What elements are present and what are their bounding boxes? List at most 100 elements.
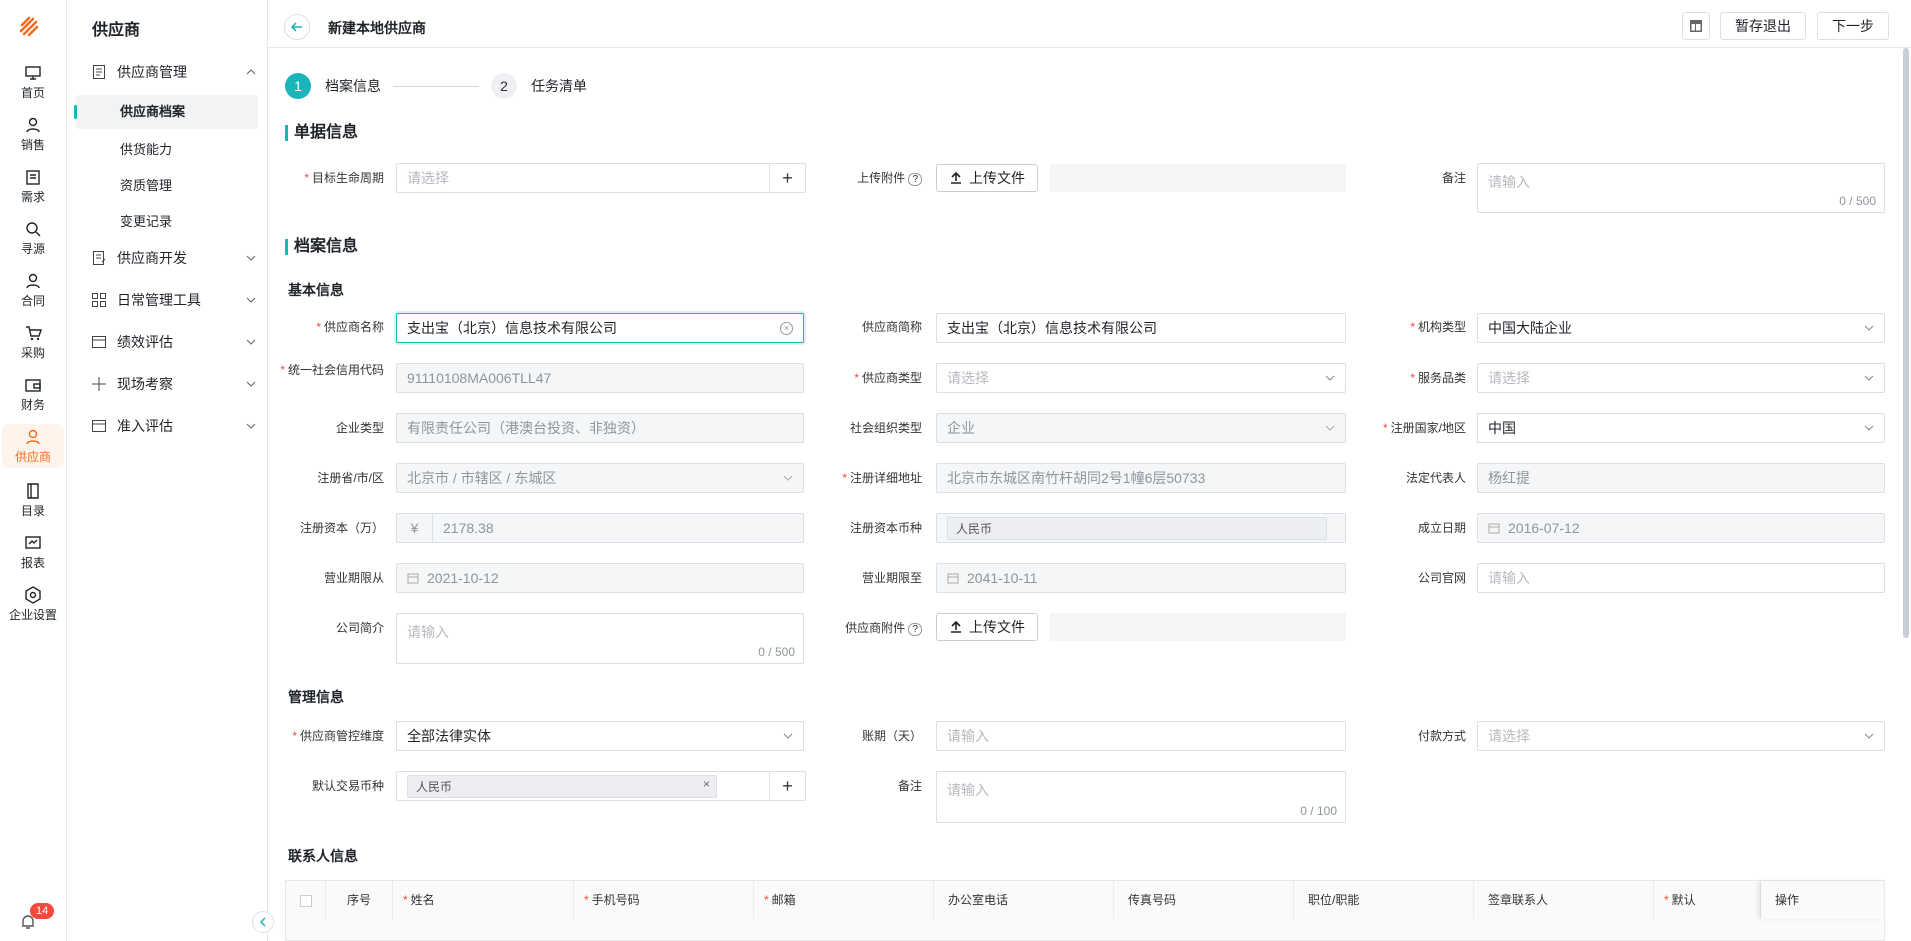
biz-from-date-picker[interactable]: 2021-10-12 [396, 563, 804, 593]
layout-button[interactable] [1682, 12, 1710, 40]
placeholder: 请输入 [407, 624, 449, 640]
chevron-up-icon [246, 69, 256, 75]
chevron-down-icon [246, 297, 256, 303]
app-logo-icon[interactable] [14, 12, 44, 42]
date-value: 2041-10-11 [967, 570, 1038, 586]
nav-item-supplier-archive[interactable]: 供应商档案 [74, 95, 258, 129]
payment-period-input[interactable]: 请输入 [936, 721, 1346, 751]
help-icon[interactable]: ? [908, 623, 922, 636]
enterprise-type-input[interactable]: 有限责任公司（港澳台投资、非独资） [396, 413, 804, 443]
upload-icon [951, 171, 961, 184]
supplier-type-select[interactable]: 请选择 [936, 363, 1346, 393]
default-currency-select[interactable]: 人民币 × + [396, 771, 806, 801]
nav-group-label: 供应商开发 [117, 250, 187, 266]
field-label: 成立日期 [1417, 521, 1466, 535]
rail-item-label: 采购 [20, 346, 45, 360]
vertical-scrollbar[interactable] [1903, 48, 1909, 638]
nav-group-daily-tools[interactable]: 日常管理工具 [91, 288, 256, 312]
supplier-short-input[interactable]: 支出宝（北京）信息技术有限公司 [936, 313, 1346, 343]
credit-code-input[interactable]: 91110108MA006TLL47 [396, 363, 804, 393]
rail-item-9[interactable]: 报表 [2, 530, 64, 574]
reg-capital-input[interactable]: ¥ 2178.38 [396, 513, 804, 543]
clipboard-icon [26, 170, 40, 185]
add-lifecycle-button[interactable]: + [769, 164, 805, 192]
save-exit-button[interactable]: 暂存退出 [1720, 12, 1806, 40]
reg-country-select[interactable]: 中国 [1477, 413, 1885, 443]
upload-supplier-attachment-button[interactable]: 上传文件 [936, 613, 1038, 641]
field-label: * 服务品类 [1410, 371, 1466, 385]
select-all-checkbox[interactable] [286, 881, 326, 919]
field-label: * 注册国家/地区 [1382, 421, 1466, 435]
rail-item-2[interactable]: 需求 [2, 164, 64, 208]
add-currency-button[interactable]: + [769, 772, 805, 800]
biz-to-date-picker[interactable]: 2041-10-11 [936, 563, 1346, 593]
nav-group-performance[interactable]: 绩效评估 [91, 330, 256, 354]
plus-icon [92, 377, 106, 391]
legal-rep-input[interactable]: 杨红提 [1477, 463, 1885, 493]
input-value: 支出宝（北京）信息技术有限公司 [947, 320, 1157, 336]
rail-item-6[interactable]: 财务 [2, 372, 64, 416]
step-number: 2 [491, 73, 517, 99]
column-header: 签章联系人 [1474, 881, 1654, 919]
field-label: 营业期限至 [861, 571, 922, 585]
nav-group-supplier-dev[interactable]: 供应商开发 [91, 246, 256, 270]
upload-dropzone[interactable] [1050, 164, 1346, 192]
select-value: 北京市 / 市辖区 / 东城区 [407, 470, 557, 486]
section-title-archive: 档案信息 [285, 239, 358, 255]
clear-icon[interactable]: × [780, 322, 793, 335]
nav-group-site-visit[interactable]: 现场考察 [91, 372, 256, 396]
upload-attachment-button[interactable]: 上传文件 [936, 164, 1038, 192]
rail-item-4[interactable]: 合同 [2, 268, 64, 312]
field-label: 公司官网 [1417, 571, 1466, 585]
subsection-contacts: 联系人信息 [288, 848, 358, 864]
reg-address-input[interactable]: 北京市东城区南竹杆胡同2号1幢6层50733 [936, 463, 1346, 493]
supplier-name-input[interactable]: 支出宝（北京）信息技术有限公司 × [396, 313, 804, 343]
lifecycle-select[interactable]: 请选择 + [396, 163, 806, 193]
rail-item-1[interactable]: 销售 [2, 112, 64, 156]
subnav-title: 供应商 [92, 22, 141, 39]
nav-group-admission[interactable]: 准入评估 [91, 414, 256, 438]
nav-item-change-record[interactable]: 变更记录 [120, 211, 172, 230]
close-icon[interactable]: × [703, 777, 710, 791]
field-label: 上传附件 ? [812, 171, 922, 187]
field-label: 备注 [1441, 171, 1466, 185]
rail-item-0[interactable]: 首页 [2, 60, 64, 104]
company-intro-textarea[interactable]: 请输入 0 / 500 [396, 613, 804, 664]
layout-icon [1690, 20, 1702, 32]
field-label: 备注 [897, 779, 922, 793]
chevron-down-icon [246, 339, 256, 345]
rail-item-10[interactable]: 企业设置 [2, 582, 64, 626]
bill-remark-textarea[interactable]: 请输入 0 / 500 [1477, 163, 1885, 213]
control-dimension-select[interactable]: 全部法律实体 [396, 721, 804, 751]
reg-province-select[interactable]: 北京市 / 市辖区 / 东城区 [396, 463, 804, 493]
date-value: 2021-10-12 [427, 570, 499, 586]
step-connector [393, 85, 479, 87]
nav-item-supply-capacity[interactable]: 供货能力 [120, 139, 172, 158]
rail-item-7[interactable]: 供应商 [2, 424, 64, 468]
help-icon[interactable]: ? [908, 173, 922, 186]
placeholder: 请选择 [947, 370, 989, 386]
field-label: 付款方式 [1417, 729, 1466, 743]
nav-group-label: 准入评估 [117, 418, 173, 434]
website-input[interactable]: 请输入 [1477, 563, 1885, 593]
chevron-down-icon [246, 423, 256, 429]
back-button[interactable] [284, 14, 310, 40]
nav-group-supplier-mgmt[interactable]: 供应商管理 [91, 60, 256, 84]
upload-dropzone[interactable] [1050, 613, 1346, 641]
rail-item-5[interactable]: 采购 [2, 320, 64, 364]
mgmt-remark-textarea[interactable]: 请输入 0 / 100 [936, 771, 1346, 823]
payment-method-select[interactable]: 请选择 [1477, 721, 1885, 751]
monitor-icon [25, 66, 41, 80]
org-type-select[interactable]: 中国大陆企业 [1477, 313, 1885, 343]
report-icon [25, 536, 41, 549]
collapse-sidebar-button[interactable] [252, 911, 274, 933]
service-category-select[interactable]: 请选择 [1477, 363, 1885, 393]
nav-group-label: 绩效评估 [117, 334, 173, 350]
found-date-picker[interactable]: 2016-07-12 [1477, 513, 1885, 543]
rail-item-8[interactable]: 目录 [2, 478, 64, 522]
rail-item-3[interactable]: 寻源 [2, 216, 64, 260]
next-step-button[interactable]: 下一步 [1817, 12, 1889, 40]
nav-item-qualification[interactable]: 资质管理 [120, 175, 172, 194]
social-org-type-select[interactable]: 企业 [936, 413, 1346, 443]
capital-currency-select[interactable]: 人民币 [936, 513, 1346, 543]
